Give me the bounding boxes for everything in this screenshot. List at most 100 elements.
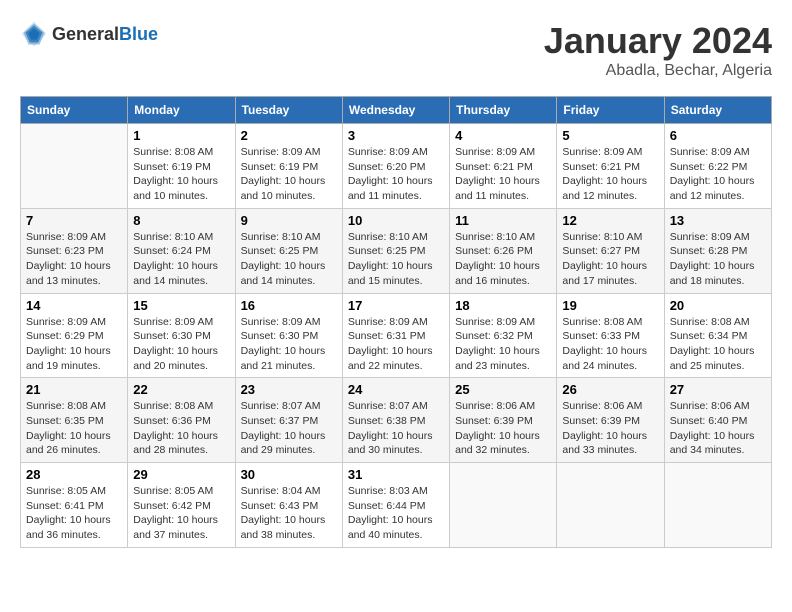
weekday-header: Friday [557,97,664,124]
day-info: Sunrise: 8:07 AMSunset: 6:38 PMDaylight:… [348,399,444,458]
day-info: Sunrise: 8:09 AMSunset: 6:21 PMDaylight:… [455,145,551,204]
day-info: Sunrise: 8:10 AMSunset: 6:26 PMDaylight:… [455,230,551,289]
logo-text: GeneralBlue [52,24,158,45]
calendar-cell: 21 Sunrise: 8:08 AMSunset: 6:35 PMDayligh… [21,378,128,463]
logo-general: General [52,24,119,44]
logo-icon [20,20,48,48]
location-title: Abadla, Bechar, Algeria [544,62,772,80]
day-number: 21 [26,382,122,397]
day-number: 31 [348,467,444,482]
day-info: Sunrise: 8:10 AMSunset: 6:24 PMDaylight:… [133,230,229,289]
logo: GeneralBlue [20,20,158,48]
day-info: Sunrise: 8:09 AMSunset: 6:30 PMDaylight:… [133,315,229,374]
day-info: Sunrise: 8:08 AMSunset: 6:35 PMDaylight:… [26,399,122,458]
day-info: Sunrise: 8:09 AMSunset: 6:20 PMDaylight:… [348,145,444,204]
weekday-header: Wednesday [342,97,449,124]
calendar-cell: 30 Sunrise: 8:04 AMSunset: 6:43 PMDayligh… [235,463,342,548]
day-info: Sunrise: 8:10 AMSunset: 6:25 PMDaylight:… [241,230,337,289]
calendar-cell [557,463,664,548]
calendar-cell: 19Sunrise: 8:08 AMSunset: 6:33 PMDayligh… [557,293,664,378]
day-info: Sunrise: 8:09 AMSunset: 6:29 PMDaylight:… [26,315,122,374]
calendar-cell: 26 Sunrise: 8:06 AMSunset: 6:39 PMDayligh… [557,378,664,463]
day-number: 1 [133,128,229,143]
month-title: January 2024 [544,20,772,62]
calendar-cell: 7 Sunrise: 8:09 AMSunset: 6:23 PMDaylight… [21,208,128,293]
day-number: 18 [455,298,551,313]
calendar-cell: 4Sunrise: 8:09 AMSunset: 6:21 PMDaylight… [450,124,557,209]
day-info: Sunrise: 8:10 AMSunset: 6:27 PMDaylight:… [562,230,658,289]
day-number: 17 [348,298,444,313]
day-number: 12 [562,213,658,228]
calendar-cell: 29Sunrise: 8:05 AMSunset: 6:42 PMDayligh… [128,463,235,548]
day-info: Sunrise: 8:06 AMSunset: 6:39 PMDaylight:… [562,399,658,458]
day-number: 22 [133,382,229,397]
day-info: Sunrise: 8:03 AMSunset: 6:44 PMDaylight:… [348,484,444,543]
calendar-cell: 27 Sunrise: 8:06 AMSunset: 6:40 PMDayligh… [664,378,771,463]
calendar-cell [664,463,771,548]
day-number: 15 [133,298,229,313]
calendar-week-row: 14 Sunrise: 8:09 AMSunset: 6:29 PMDayligh… [21,293,772,378]
day-number: 26 [562,382,658,397]
calendar-cell: 9Sunrise: 8:10 AMSunset: 6:25 PMDaylight… [235,208,342,293]
day-number: 30 [241,467,337,482]
day-info: Sunrise: 8:09 AMSunset: 6:30 PMDaylight:… [241,315,337,374]
day-info: Sunrise: 8:08 AMSunset: 6:19 PMDaylight:… [133,145,229,204]
calendar-cell: 5 Sunrise: 8:09 AMSunset: 6:21 PMDaylight… [557,124,664,209]
day-number: 10 [348,213,444,228]
day-info: Sunrise: 8:09 AMSunset: 6:22 PMDaylight:… [670,145,766,204]
calendar-cell: 1 Sunrise: 8:08 AMSunset: 6:19 PMDaylight… [128,124,235,209]
day-number: 24 [348,382,444,397]
calendar-cell: 28Sunrise: 8:05 AMSunset: 6:41 PMDayligh… [21,463,128,548]
calendar-cell: 11 Sunrise: 8:10 AMSunset: 6:26 PMDayligh… [450,208,557,293]
calendar-cell: 6 Sunrise: 8:09 AMSunset: 6:22 PMDaylight… [664,124,771,209]
calendar-cell: 8Sunrise: 8:10 AMSunset: 6:24 PMDaylight… [128,208,235,293]
day-number: 27 [670,382,766,397]
day-info: Sunrise: 8:06 AMSunset: 6:39 PMDaylight:… [455,399,551,458]
day-number: 5 [562,128,658,143]
calendar-cell: 16Sunrise: 8:09 AMSunset: 6:30 PMDayligh… [235,293,342,378]
day-number: 13 [670,213,766,228]
day-number: 29 [133,467,229,482]
calendar-cell: 23Sunrise: 8:07 AMSunset: 6:37 PMDayligh… [235,378,342,463]
page-header: GeneralBlue January 2024 Abadla, Bechar,… [20,20,772,80]
weekday-header: Sunday [21,97,128,124]
day-info: Sunrise: 8:04 AMSunset: 6:43 PMDaylight:… [241,484,337,543]
calendar-cell [21,124,128,209]
calendar-header-row: SundayMondayTuesdayWednesdayThursdayFrid… [21,97,772,124]
calendar-cell: 24 Sunrise: 8:07 AMSunset: 6:38 PMDayligh… [342,378,449,463]
day-info: Sunrise: 8:08 AMSunset: 6:33 PMDaylight:… [562,315,658,374]
day-info: Sunrise: 8:06 AMSunset: 6:40 PMDaylight:… [670,399,766,458]
calendar-cell [450,463,557,548]
calendar-cell: 15 Sunrise: 8:09 AMSunset: 6:30 PMDayligh… [128,293,235,378]
day-number: 11 [455,213,551,228]
title-block: January 2024 Abadla, Bechar, Algeria [544,20,772,80]
weekday-header: Saturday [664,97,771,124]
day-number: 7 [26,213,122,228]
day-info: Sunrise: 8:09 AMSunset: 6:32 PMDaylight:… [455,315,551,374]
calendar-cell: 18 Sunrise: 8:09 AMSunset: 6:32 PMDayligh… [450,293,557,378]
logo-blue: Blue [119,24,158,44]
calendar-cell: 31 Sunrise: 8:03 AMSunset: 6:44 PMDayligh… [342,463,449,548]
day-number: 3 [348,128,444,143]
calendar-cell: 2 Sunrise: 8:09 AMSunset: 6:19 PMDaylight… [235,124,342,209]
calendar-cell: 12 Sunrise: 8:10 AMSunset: 6:27 PMDayligh… [557,208,664,293]
day-number: 6 [670,128,766,143]
calendar-week-row: 21 Sunrise: 8:08 AMSunset: 6:35 PMDayligh… [21,378,772,463]
calendar-cell: 17 Sunrise: 8:09 AMSunset: 6:31 PMDayligh… [342,293,449,378]
day-info: Sunrise: 8:09 AMSunset: 6:21 PMDaylight:… [562,145,658,204]
day-info: Sunrise: 8:09 AMSunset: 6:31 PMDaylight:… [348,315,444,374]
weekday-header: Tuesday [235,97,342,124]
calendar-table: SundayMondayTuesdayWednesdayThursdayFrid… [20,96,772,548]
calendar-cell: 13 Sunrise: 8:09 AMSunset: 6:28 PMDayligh… [664,208,771,293]
day-info: Sunrise: 8:08 AMSunset: 6:36 PMDaylight:… [133,399,229,458]
weekday-header: Monday [128,97,235,124]
day-number: 14 [26,298,122,313]
calendar-week-row: 28Sunrise: 8:05 AMSunset: 6:41 PMDayligh… [21,463,772,548]
day-info: Sunrise: 8:05 AMSunset: 6:41 PMDaylight:… [26,484,122,543]
day-info: Sunrise: 8:09 AMSunset: 6:23 PMDaylight:… [26,230,122,289]
day-info: Sunrise: 8:09 AMSunset: 6:19 PMDaylight:… [241,145,337,204]
day-number: 2 [241,128,337,143]
calendar-cell: 10Sunrise: 8:10 AMSunset: 6:25 PMDayligh… [342,208,449,293]
day-info: Sunrise: 8:09 AMSunset: 6:28 PMDaylight:… [670,230,766,289]
calendar-cell: 20Sunrise: 8:08 AMSunset: 6:34 PMDayligh… [664,293,771,378]
